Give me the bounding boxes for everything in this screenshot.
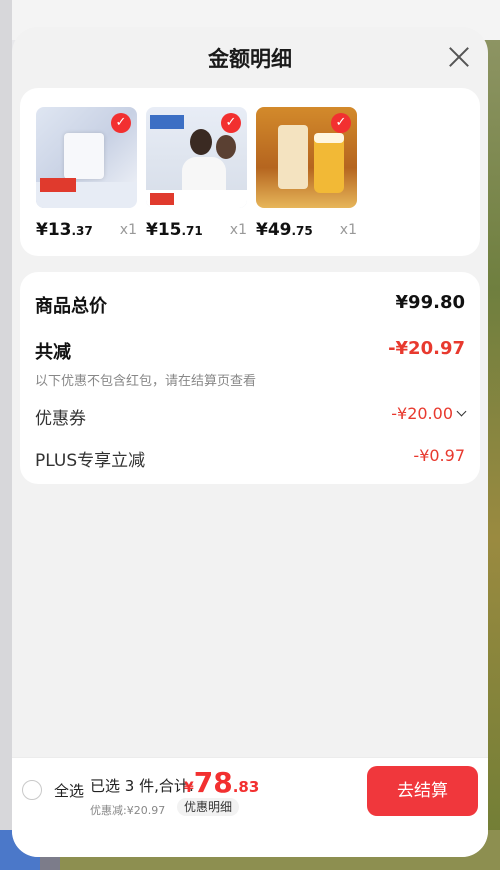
product-price: ¥13.37	[36, 220, 93, 240]
plus-discount-value: -¥0.97	[413, 446, 465, 465]
goods-total-value: ¥99.80	[395, 292, 465, 313]
product-item[interactable]: ✓ ¥15.71 x1	[146, 107, 247, 246]
total-amount: ¥78.83	[184, 766, 260, 799]
price-summary-card: 商品总价 ¥99.80 共减 -¥20.97 以下优惠不包含红包，请在结算页查看…	[20, 272, 480, 484]
checkout-bar: 全选 已选 3 件,合计: ¥78.83 优惠减:¥20.97 优惠明细 去结算	[12, 757, 488, 857]
discount-detail-button[interactable]: 优惠明细	[177, 798, 240, 816]
select-all-radio[interactable]	[22, 780, 42, 800]
total-reduction-value: -¥20.97	[388, 338, 465, 359]
select-all-label[interactable]: 全选	[54, 780, 84, 801]
checked-icon: ✓	[111, 113, 131, 133]
checked-icon: ✓	[221, 113, 241, 133]
product-quantity: x1	[229, 222, 247, 238]
coupon-row[interactable]: 优惠券 -¥20.00	[35, 404, 467, 429]
discount-text: 优惠减:¥20.97	[90, 804, 166, 817]
chevron-down-icon	[456, 406, 467, 417]
checkout-button[interactable]: 去结算	[367, 766, 478, 816]
close-icon[interactable]	[448, 46, 470, 68]
total-reduction-row: 共减 -¥20.97 以下优惠不包含红包，请在结算页查看	[35, 338, 465, 389]
coupon-value[interactable]: -¥20.00	[391, 404, 467, 423]
selected-count-text: 已选 3 件,合计:	[90, 777, 194, 795]
product-list-card: ✓ ¥13.37 x1 ✓ ¥15.71 x1 ✓ ¥49.75 x1	[20, 88, 480, 256]
plus-discount-row: PLUS专享立减 -¥0.97	[35, 446, 465, 471]
background-page-left	[0, 0, 12, 870]
sheet-header: 金额明细	[12, 27, 488, 87]
checked-icon: ✓	[331, 113, 351, 133]
product-thumbnail: ✓	[146, 107, 247, 208]
sheet-title: 金额明细	[208, 47, 292, 71]
plus-discount-label: PLUS专享立减	[35, 451, 146, 471]
amount-detail-sheet: 金额明细 ✓ ¥13.37 x1 ✓ ¥15.71 x1 ✓ ¥49.75 x1…	[12, 27, 488, 857]
product-item[interactable]: ✓ ¥49.75 x1	[256, 107, 357, 246]
product-thumbnail: ✓	[256, 107, 357, 208]
product-price: ¥49.75	[256, 220, 313, 240]
product-price: ¥15.71	[146, 220, 203, 240]
product-item[interactable]: ✓ ¥13.37 x1	[36, 107, 137, 246]
product-quantity: x1	[119, 222, 137, 238]
product-quantity: x1	[339, 222, 357, 238]
reduction-note: 以下优惠不包含红包，请在结算页查看	[35, 374, 257, 389]
product-thumbnail: ✓	[36, 107, 137, 208]
goods-total-row: 商品总价 ¥99.80	[35, 292, 465, 318]
